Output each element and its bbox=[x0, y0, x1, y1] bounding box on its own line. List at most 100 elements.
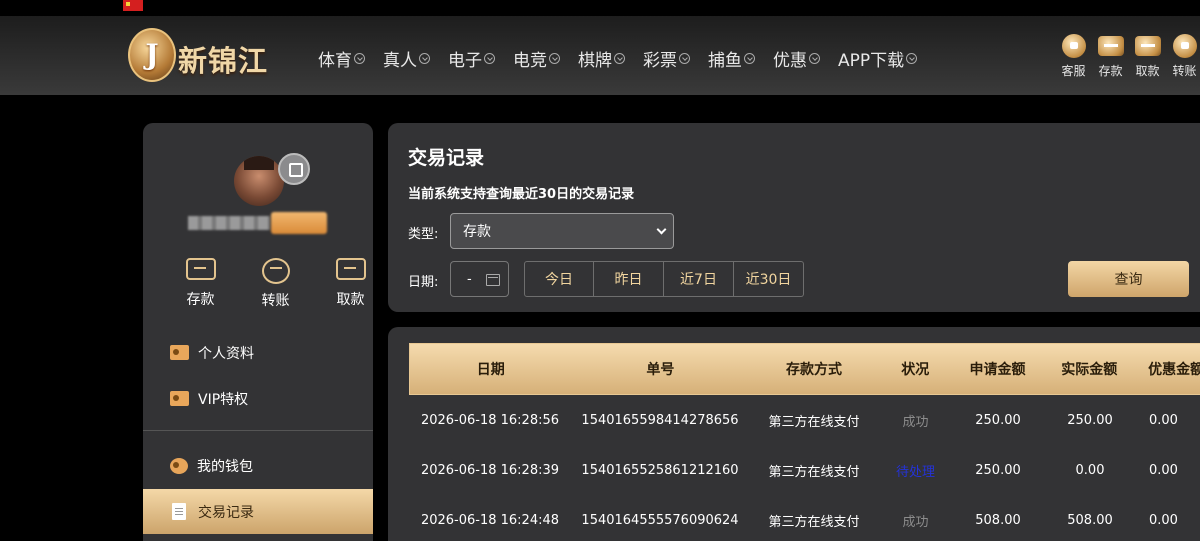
menu-divider bbox=[143, 430, 373, 431]
top-strip bbox=[0, 0, 1200, 16]
transactions-table: 日期 单号 存款方式 状况 申请金额 实际金额 优惠金额 2026-06-18 … bbox=[409, 343, 1200, 541]
table-row: 2026-06-18 16:28:56 1540165598414278656 … bbox=[409, 395, 1200, 445]
nav-app-download[interactable]: APP下载 bbox=[838, 46, 918, 71]
header-deposit-button[interactable]: 存款 bbox=[1092, 34, 1129, 79]
logo-badge-icon: J bbox=[128, 28, 176, 82]
nav-esports[interactable]: 电竞 bbox=[513, 46, 560, 71]
nav-slots[interactable]: 电子 bbox=[448, 46, 495, 71]
sidebar-item-profile[interactable]: 个人资料 bbox=[143, 330, 373, 375]
cell-requested: 508.00 bbox=[975, 512, 1021, 528]
logo-text: 新锦江 bbox=[178, 44, 269, 78]
chevron-down-icon bbox=[354, 53, 365, 64]
cell-order-no: 1540165598414278656 bbox=[581, 412, 739, 428]
sidebar-transfer-button[interactable]: 转账 bbox=[238, 258, 313, 310]
column-header: 存款方式 bbox=[785, 362, 842, 378]
range-yesterday-button[interactable]: 昨日 bbox=[594, 261, 664, 297]
sidebar-deposit-button[interactable]: 存款 bbox=[163, 258, 238, 310]
chevron-down-icon bbox=[744, 53, 755, 64]
date-range-buttons: 今日 昨日 近7日 近30日 bbox=[524, 261, 804, 297]
table-row: 2026-06-18 16:28:39 1540165525861212160 … bbox=[409, 445, 1200, 495]
table-row: 2026-06-18 16:24:48 1540164555576090624 … bbox=[409, 495, 1200, 541]
cell-method: 第三方在线支付 bbox=[768, 514, 860, 530]
range-today-button[interactable]: 今日 bbox=[524, 261, 594, 297]
withdraw-icon bbox=[335, 258, 366, 280]
edit-icon[interactable] bbox=[278, 153, 310, 185]
date-range-input[interactable]: - bbox=[450, 261, 509, 297]
status-badge: 成功 bbox=[902, 514, 929, 530]
status-badge: 成功 bbox=[902, 414, 929, 430]
main-nav: 体育 真人 电子 电竞 棋牌 彩票 捕鱼 优惠 APP下载 bbox=[318, 46, 935, 71]
username-blurred bbox=[188, 216, 270, 230]
chat-icon bbox=[1061, 34, 1086, 58]
nav-sports[interactable]: 体育 bbox=[318, 46, 365, 71]
sidebar-item-wallet[interactable]: 我的钱包 bbox=[143, 443, 373, 488]
type-select[interactable]: 存款 bbox=[450, 213, 674, 249]
chevron-down-icon bbox=[656, 224, 667, 235]
nav-promotions[interactable]: 优惠 bbox=[773, 46, 820, 71]
cell-date: 2026-06-18 16:24:48 bbox=[420, 512, 560, 528]
avatar bbox=[234, 156, 284, 206]
withdraw-wallet-icon bbox=[1134, 36, 1161, 56]
nav-live-casino[interactable]: 真人 bbox=[383, 46, 430, 71]
calendar-icon bbox=[486, 274, 500, 286]
cell-order-no: 1540165525861212160 bbox=[581, 462, 739, 478]
cell-order-no: 1540164555576090624 bbox=[581, 512, 739, 528]
site-header: J 新锦江 体育 真人 电子 电竞 棋牌 彩票 捕鱼 优惠 APP下载 客服 存… bbox=[0, 16, 1200, 95]
chevron-down-icon bbox=[549, 53, 560, 64]
chevron-down-icon bbox=[484, 53, 495, 64]
column-header: 单号 bbox=[646, 362, 675, 378]
type-label: 类型: bbox=[408, 227, 439, 242]
column-header: 申请金额 bbox=[969, 362, 1026, 378]
china-flag-icon[interactable] bbox=[123, 0, 143, 11]
header-withdraw-button[interactable]: 取款 bbox=[1129, 34, 1166, 79]
header-tools: 客服 存款 取款 转账 bbox=[1055, 34, 1200, 79]
cell-bonus: 0.00 bbox=[1149, 412, 1178, 428]
support-button[interactable]: 客服 bbox=[1055, 34, 1092, 79]
column-header: 优惠金额 bbox=[1148, 362, 1200, 378]
query-range-note: 当前系统支持查询最近30日的交易记录 bbox=[408, 187, 635, 202]
cell-actual: 250.00 bbox=[1067, 412, 1113, 428]
chevron-down-icon bbox=[906, 53, 918, 64]
nav-cards[interactable]: 棋牌 bbox=[578, 46, 625, 71]
piggy-bank-icon bbox=[170, 457, 188, 474]
chevron-down-icon bbox=[614, 53, 625, 64]
cell-actual: 508.00 bbox=[1067, 512, 1113, 528]
deposit-wallet-icon bbox=[1097, 36, 1124, 56]
sidebar-item-transactions[interactable]: 交易记录 bbox=[143, 489, 373, 534]
cell-requested: 250.00 bbox=[975, 412, 1021, 428]
cell-method: 第三方在线支付 bbox=[768, 414, 860, 430]
document-icon bbox=[172, 503, 186, 520]
site-logo[interactable]: J 新锦江 bbox=[128, 26, 290, 86]
status-badge[interactable]: 待处理 bbox=[879, 445, 952, 495]
sidebar-item-vip[interactable]: VIP特权 bbox=[143, 376, 373, 421]
profile-card-icon bbox=[170, 345, 189, 360]
cell-date: 2026-06-18 16:28:39 bbox=[420, 462, 560, 478]
chevron-down-icon bbox=[809, 53, 820, 64]
column-header: 状况 bbox=[901, 362, 930, 378]
table-header: 日期 单号 存款方式 状况 申请金额 实际金额 优惠金额 bbox=[409, 343, 1200, 395]
nav-fishing[interactable]: 捕鱼 bbox=[708, 46, 755, 71]
cell-date: 2026-06-18 16:28:56 bbox=[420, 412, 560, 428]
nav-lottery[interactable]: 彩票 bbox=[643, 46, 690, 71]
chevron-down-icon bbox=[419, 53, 430, 64]
transactions-panel: 日期 单号 存款方式 状况 申请金额 实际金额 优惠金额 2026-06-18 … bbox=[388, 327, 1200, 541]
cell-method: 第三方在线支付 bbox=[768, 464, 860, 480]
filter-panel: 交易记录 当前系统支持查询最近30日的交易记录 类型: 存款 日期: - 今日 … bbox=[388, 123, 1200, 312]
cell-bonus: 0.00 bbox=[1149, 462, 1178, 478]
query-button[interactable]: 查询 bbox=[1068, 261, 1189, 297]
page-title: 交易记录 bbox=[408, 147, 485, 169]
sidebar-withdraw-button[interactable]: 取款 bbox=[313, 258, 373, 310]
quick-actions: 存款 转账 取款 bbox=[163, 258, 373, 310]
cell-actual: 0.00 bbox=[1075, 462, 1105, 478]
range-7days-button[interactable]: 近7日 bbox=[664, 261, 734, 297]
date-label: 日期: bbox=[408, 275, 439, 290]
deposit-icon bbox=[185, 258, 216, 280]
header-transfer-button[interactable]: 转账 bbox=[1166, 34, 1200, 79]
vip-badge-blurred bbox=[271, 212, 327, 234]
chevron-down-icon bbox=[679, 53, 690, 64]
account-sidebar: 存款 转账 取款 个人资料 VIP特权 我的钱包 交易记录 bbox=[143, 123, 373, 541]
vip-card-icon bbox=[170, 391, 189, 406]
column-header: 实际金额 bbox=[1061, 362, 1118, 378]
range-30days-button[interactable]: 近30日 bbox=[734, 261, 804, 297]
column-header: 日期 bbox=[476, 362, 505, 378]
